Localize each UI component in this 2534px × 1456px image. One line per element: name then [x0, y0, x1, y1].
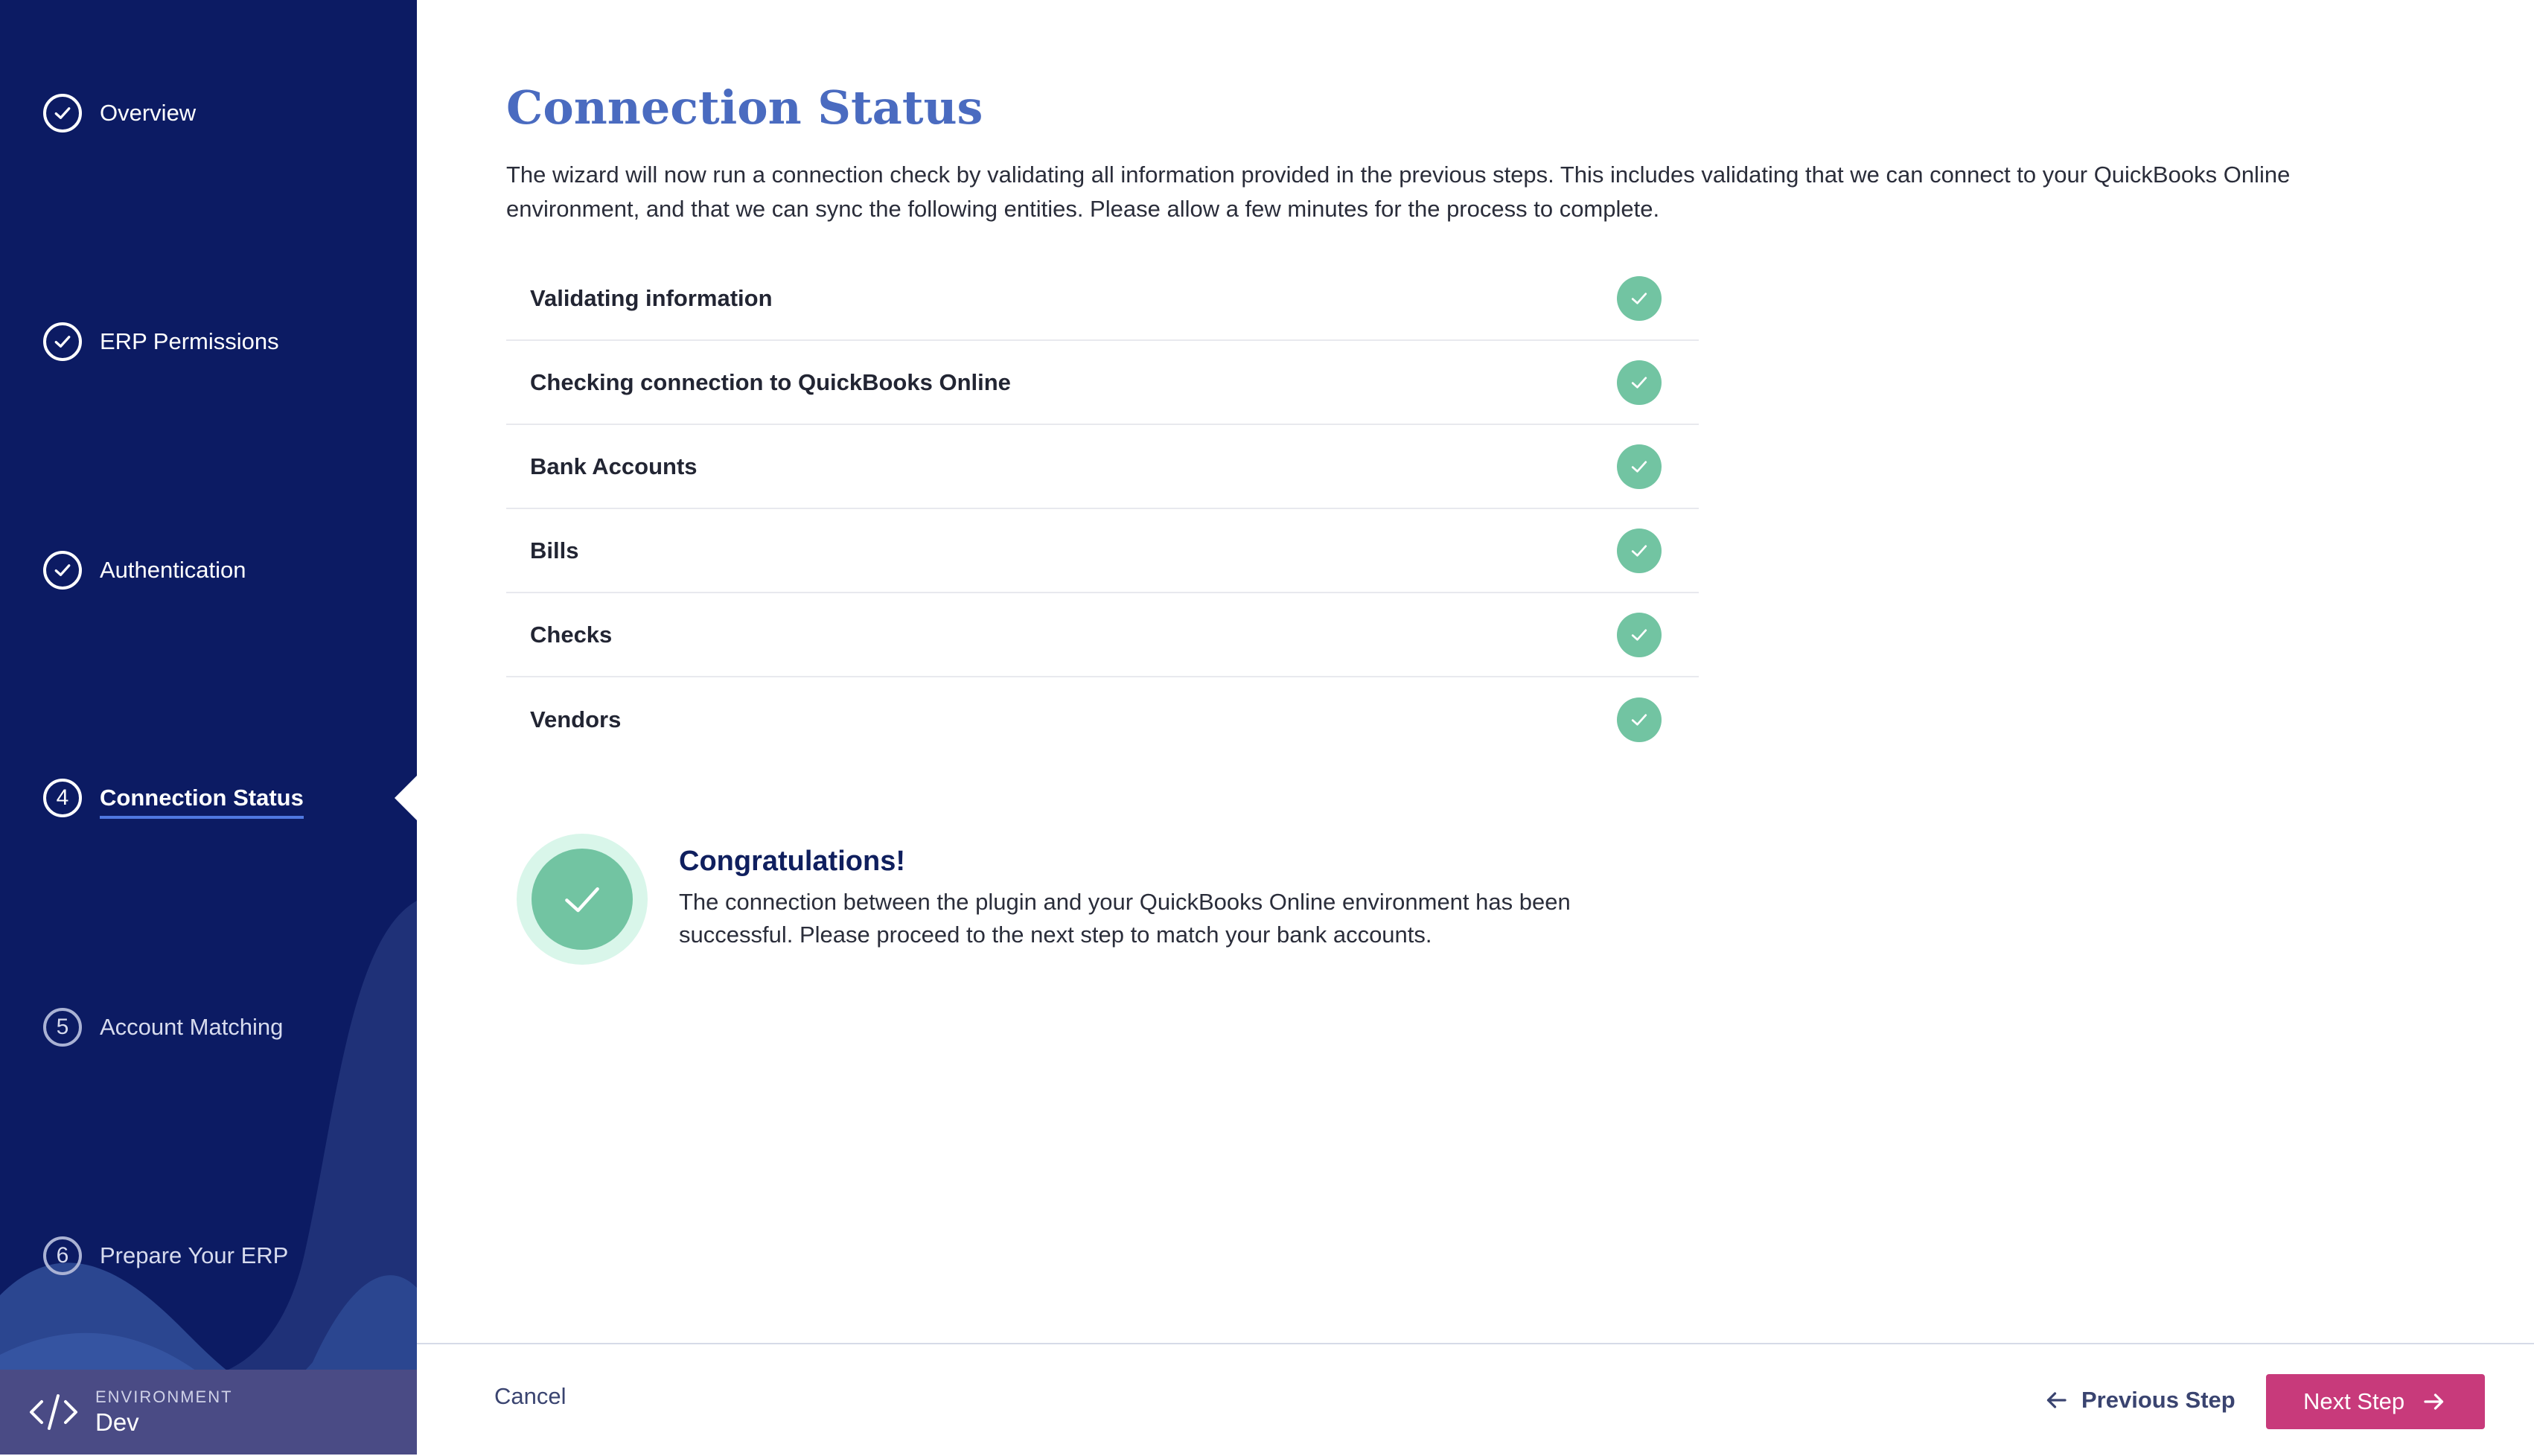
- next-step-button[interactable]: Next Step: [2266, 1374, 2485, 1429]
- check-circle-icon: [43, 94, 82, 132]
- check-label: Checks: [530, 621, 613, 648]
- check-row: Checks: [506, 593, 1699, 677]
- check-success-icon: [1617, 697, 1662, 742]
- sidebar-step-label: Prepare Your ERP: [100, 1242, 289, 1268]
- success-text: The connection between the plugin and yo…: [679, 889, 1571, 948]
- cancel-button[interactable]: Cancel: [494, 1383, 567, 1410]
- success-check-icon: [517, 834, 648, 965]
- check-row: Vendors: [506, 677, 1699, 761]
- sidebar-step-connection-status[interactable]: 4 Connection Status: [43, 776, 304, 820]
- sidebar-step-prepare-your-erp[interactable]: 6 Prepare Your ERP: [43, 1233, 288, 1278]
- check-success-icon: [1617, 275, 1662, 321]
- sidebar-step-account-matching[interactable]: 5 Account Matching: [43, 1005, 283, 1050]
- connection-check-list: Validating information Checking connecti…: [506, 257, 1699, 761]
- environment-indicator: ENVIRONMENT Dev: [0, 1370, 417, 1455]
- wizard-footer: Cancel Previous Step Next Step: [417, 1343, 2534, 1456]
- next-step-label: Next Step: [2302, 1388, 2405, 1414]
- step-number-badge: 5: [43, 1008, 82, 1047]
- check-row: Checking connection to QuickBooks Online: [506, 341, 1699, 425]
- check-success-icon: [1617, 360, 1662, 405]
- success-message: Congratulations! The connection between …: [517, 832, 1708, 974]
- check-circle-icon: [43, 322, 82, 361]
- check-label: Validating information: [530, 284, 773, 311]
- previous-step-label: Previous Step: [2081, 1387, 2235, 1413]
- check-success-icon: [1617, 528, 1662, 573]
- sidebar-step-label: Connection Status: [100, 785, 304, 819]
- check-label: Checking connection to QuickBooks Online: [530, 368, 1011, 395]
- success-title: Congratulations!: [679, 846, 905, 877]
- check-label: Bank Accounts: [530, 453, 698, 479]
- sidebar-step-label: Overview: [100, 100, 197, 126]
- sidebar-step-overview[interactable]: Overview: [43, 91, 196, 135]
- wizard-sidebar: Overview ERP Permissions Authentication …: [0, 0, 417, 1455]
- step-number-badge: 4: [43, 779, 82, 817]
- sidebar-step-authentication[interactable]: Authentication: [43, 548, 246, 593]
- check-label: Vendors: [530, 706, 622, 732]
- success-check-inner: [532, 849, 633, 950]
- check-row: Bank Accounts: [506, 425, 1699, 509]
- check-row: Bills: [506, 509, 1699, 593]
- environment-label: ENVIRONMENT: [95, 1388, 233, 1406]
- main-content: Connection Status The wizard will now ru…: [417, 0, 2534, 1343]
- page-title: Connection Status: [506, 80, 983, 135]
- check-row: Validating information: [506, 257, 1699, 341]
- sidebar-step-erp-permissions[interactable]: ERP Permissions: [43, 319, 279, 364]
- sidebar-step-label: Account Matching: [100, 1014, 284, 1040]
- previous-step-button[interactable]: Previous Step: [2043, 1376, 2235, 1425]
- code-icon: [30, 1394, 77, 1430]
- sidebar-step-label: ERP Permissions: [100, 328, 279, 354]
- active-step-pointer: [395, 776, 417, 820]
- check-circle-icon: [43, 551, 82, 590]
- check-success-icon: [1617, 444, 1662, 489]
- step-number-badge: 6: [43, 1236, 82, 1275]
- check-success-icon: [1617, 612, 1662, 657]
- arrow-right-icon: [2424, 1393, 2444, 1410]
- environment-text: ENVIRONMENT Dev: [95, 1388, 233, 1437]
- check-label: Bills: [530, 537, 579, 563]
- page-description: The wizard will now run a connection che…: [506, 162, 2291, 222]
- arrow-left-icon: [2046, 1392, 2067, 1408]
- environment-value: Dev: [95, 1408, 139, 1436]
- sidebar-step-label: Authentication: [100, 557, 246, 583]
